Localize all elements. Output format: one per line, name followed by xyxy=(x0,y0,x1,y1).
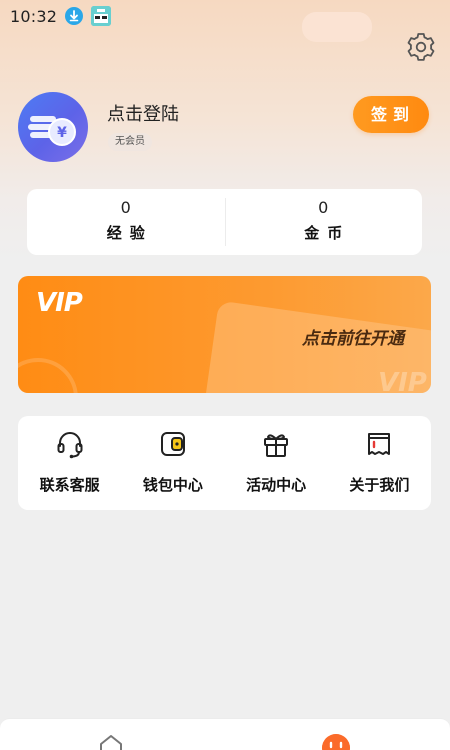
menu-item-about[interactable]: 关于我们 xyxy=(328,416,431,510)
menu-item-wallet[interactable]: 钱包中心 xyxy=(121,416,224,510)
menu-label-about: 关于我们 xyxy=(349,476,410,494)
headset-icon xyxy=(57,432,83,459)
settings-button[interactable] xyxy=(404,30,438,64)
stat-experience[interactable]: 0 经验 xyxy=(27,189,225,255)
status-time: 10:32 xyxy=(10,6,58,26)
avatar-symbol: ¥ xyxy=(57,125,67,141)
wallet-icon xyxy=(160,432,185,456)
home-icon[interactable] xyxy=(98,733,124,750)
menu-card: 联系客服 钱包中心 活动中心 关于我们 xyxy=(18,416,431,510)
gift-icon xyxy=(264,434,289,457)
app-notification-icon xyxy=(91,6,112,26)
stat-coins-value: 0 xyxy=(318,198,329,217)
stat-coins[interactable]: 0 金币 xyxy=(225,189,423,255)
member-badge: 无会员 xyxy=(108,133,152,151)
avatar[interactable]: ¥ xyxy=(18,92,88,162)
checkin-button[interactable]: 签到 xyxy=(353,96,429,133)
stat-experience-label: 经验 xyxy=(106,224,153,242)
status-bar: 10:32 xyxy=(0,0,450,32)
menu-label-wallet: 钱包中心 xyxy=(142,476,203,494)
tab-mine[interactable] xyxy=(302,12,372,42)
stat-coins-label: 金币 xyxy=(304,224,351,242)
vip-watermark: VIP xyxy=(378,368,427,398)
vip-cta: 点击前往开通 xyxy=(302,329,404,349)
login-prompt[interactable]: 点击登陆 xyxy=(107,100,179,126)
stats-card: 0 经验 0 金币 xyxy=(27,189,422,255)
stat-divider xyxy=(225,198,226,246)
coin-stack-icon: ¥ xyxy=(28,116,76,146)
vip-banner[interactable]: VIP 点击前往开通 xyxy=(18,276,431,393)
vip-logo: VIP xyxy=(36,288,83,318)
menu-label-contact-service: 联系客服 xyxy=(39,476,100,494)
bottom-tab-bar xyxy=(0,718,450,750)
stat-experience-value: 0 xyxy=(120,198,131,217)
gear-icon xyxy=(407,33,435,61)
menu-item-activity[interactable]: 活动中心 xyxy=(225,416,328,510)
download-icon xyxy=(65,7,84,25)
menu-item-contact-service[interactable]: 联系客服 xyxy=(18,416,121,510)
menu-label-activity: 活动中心 xyxy=(246,476,307,494)
decorative-ring xyxy=(18,358,78,393)
about-icon xyxy=(368,433,391,455)
